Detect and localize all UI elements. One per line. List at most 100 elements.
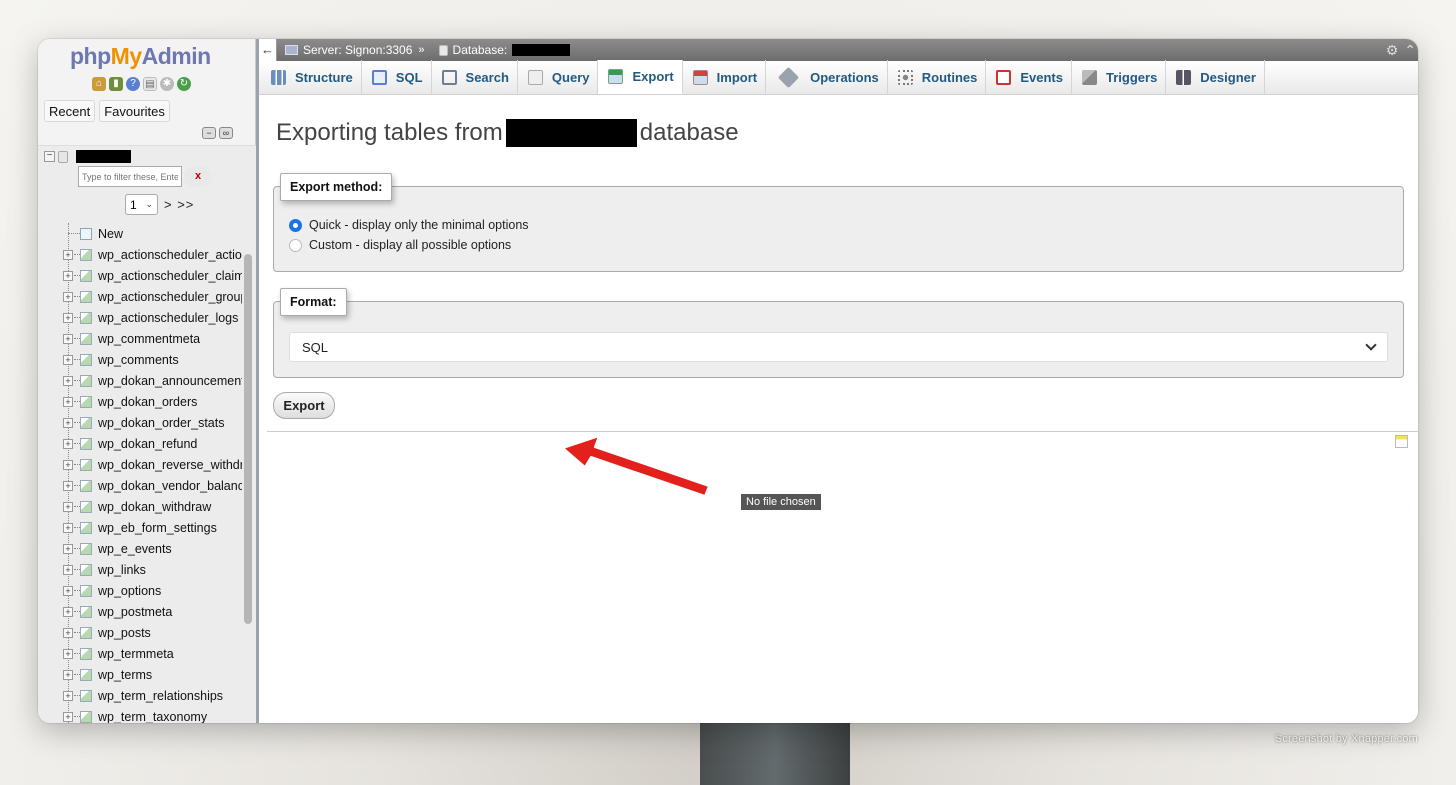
tab-triggers[interactable]: Triggers (1072, 60, 1167, 94)
expand-icon[interactable]: + (63, 354, 73, 365)
table-list: New + wp_actionscheduler_actions + wp_actio… (38, 223, 242, 723)
expand-icon[interactable]: + (63, 333, 73, 344)
tab-export[interactable]: Export (598, 60, 683, 94)
table-item[interactable]: + wp_actionscheduler_logs (38, 307, 242, 328)
chevron-down-icon (1365, 339, 1377, 351)
expand-icon[interactable]: + (63, 711, 73, 722)
expand-icon[interactable]: + (63, 375, 73, 386)
favourites-tab[interactable]: Favourites (99, 100, 170, 122)
expand-icon[interactable]: + (63, 396, 73, 407)
table-name: wp_postmeta (98, 604, 173, 619)
table-item[interactable]: + wp_dokan_order_stats (38, 412, 242, 433)
breadcrumb-server[interactable]: Server: Signon:3306 (285, 43, 412, 57)
reload-icon[interactable]: ↻ (177, 77, 191, 91)
table-item[interactable]: + wp_comments (38, 349, 242, 370)
tab-sql[interactable]: SQL (362, 60, 432, 94)
table-name: wp_dokan_announcement (98, 373, 242, 388)
phpmyadmin-logo[interactable]: phpMyAdmin (70, 43, 211, 70)
table-icon (80, 395, 92, 408)
table-item[interactable]: + wp_dokan_withdraw (38, 496, 242, 517)
expand-icon[interactable]: + (63, 249, 73, 260)
table-item[interactable]: + wp_termmeta (38, 643, 242, 664)
table-item[interactable]: + wp_term_relationships (38, 685, 242, 706)
table-item[interactable]: + wp_postmeta (38, 601, 242, 622)
table-item[interactable]: + wp_dokan_vendor_balance (38, 475, 242, 496)
expand-icon[interactable]: + (63, 522, 73, 533)
tab-operations[interactable]: Operations (766, 60, 888, 94)
format-select[interactable]: SQL (289, 332, 1388, 362)
expand-icon[interactable]: + (63, 417, 73, 428)
help-icon[interactable]: ? (126, 77, 140, 91)
table-name: wp_dokan_withdraw (98, 499, 212, 514)
quick-export-option[interactable]: Quick - display only the minimal options (289, 218, 529, 232)
table-item[interactable]: + wp_actionscheduler_claims (38, 265, 242, 286)
tab-structure[interactable]: Structure (261, 60, 362, 94)
tab-search[interactable]: Search (432, 60, 518, 94)
docs-icon[interactable]: ▤ (143, 77, 157, 91)
link-icon[interactable]: ∞ (219, 127, 233, 139)
table-item[interactable]: + wp_dokan_announcement (38, 370, 242, 391)
tab-routines[interactable]: Routines (888, 60, 987, 94)
table-item[interactable]: + wp_dokan_reverse_withdrawal (38, 454, 242, 475)
table-item[interactable]: + wp_dokan_orders (38, 391, 242, 412)
table-item[interactable]: + wp_actionscheduler_groups (38, 286, 242, 307)
page-select[interactable]: 1 ⌄ (125, 194, 158, 215)
expand-icon[interactable]: + (63, 312, 73, 323)
tab-designer[interactable]: Designer (1166, 60, 1265, 94)
database-node[interactable]: − (44, 150, 131, 163)
table-name: wp_actionscheduler_actions (98, 247, 242, 262)
new-table-item[interactable]: New (38, 223, 242, 244)
tab-label: SQL (395, 69, 423, 85)
expand-icon[interactable]: + (63, 564, 73, 575)
exit-icon[interactable]: ▮ (109, 77, 123, 91)
table-item[interactable]: + wp_terms (38, 664, 242, 685)
console-icon[interactable] (1395, 435, 1408, 448)
recent-tab[interactable]: Recent (44, 100, 96, 122)
table-name: wp_posts (98, 625, 151, 640)
expand-icon[interactable]: + (63, 459, 73, 470)
clear-filter-button[interactable]: x (184, 166, 212, 187)
table-item[interactable]: + wp_commentmeta (38, 328, 242, 349)
settings-icon[interactable]: ✱ (160, 77, 174, 91)
table-item[interactable]: + wp_posts (38, 622, 242, 643)
breadcrumb-database[interactable]: Database: (438, 43, 571, 57)
quick-radio[interactable] (289, 218, 302, 232)
expand-icon[interactable]: + (63, 585, 73, 596)
collapse-icon[interactable]: − (44, 151, 55, 162)
expand-icon[interactable]: + (63, 690, 73, 701)
next-page-link[interactable]: > >> (164, 197, 194, 212)
collapse-all-icon[interactable]: − (202, 127, 216, 139)
expand-icon[interactable]: + (63, 606, 73, 617)
expand-icon[interactable]: + (63, 438, 73, 449)
expand-icon[interactable]: + (63, 480, 73, 491)
gear-icon[interactable]: ⚙ (1386, 42, 1399, 59)
table-item[interactable]: + wp_e_events (38, 538, 242, 559)
export-button[interactable]: Export (273, 392, 335, 419)
expand-icon[interactable]: + (63, 543, 73, 554)
table-item[interactable]: + wp_eb_form_settings (38, 517, 242, 538)
expand-icon[interactable]: + (63, 669, 73, 680)
filter-input[interactable] (78, 166, 182, 187)
table-item[interactable]: + wp_options (38, 580, 242, 601)
table-icon (80, 584, 92, 597)
tab-events[interactable]: Events (986, 60, 1072, 94)
collapse-icon[interactable]: ⌃ (1404, 42, 1416, 59)
table-item[interactable]: + wp_dokan_refund (38, 433, 242, 454)
back-arrow-icon[interactable]: ← (259, 39, 277, 61)
custom-radio[interactable] (289, 238, 302, 252)
tab-import[interactable]: Import (683, 60, 767, 94)
home-icon[interactable]: ⌂ (92, 77, 106, 91)
expand-icon[interactable]: + (63, 270, 73, 281)
table-item[interactable]: + wp_term_taxonomy (38, 706, 242, 723)
expand-icon[interactable]: + (63, 501, 73, 512)
sidebar-scrollbar[interactable] (244, 254, 252, 624)
table-icon (80, 290, 92, 303)
table-item[interactable]: + wp_actionscheduler_actions (38, 244, 242, 265)
table-item[interactable]: + wp_links (38, 559, 242, 580)
tab-query[interactable]: Query (518, 60, 599, 94)
table-icon (80, 500, 92, 513)
expand-icon[interactable]: + (63, 648, 73, 659)
expand-icon[interactable]: + (63, 291, 73, 302)
expand-icon[interactable]: + (63, 627, 73, 638)
custom-export-option[interactable]: Custom - display all possible options (289, 238, 511, 252)
